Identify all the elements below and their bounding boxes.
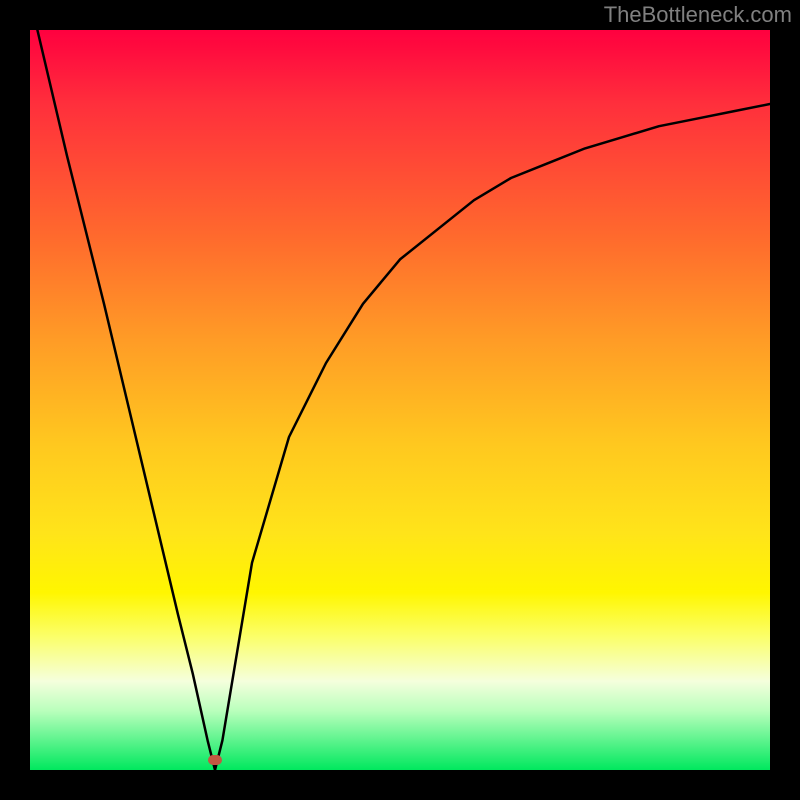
plot-area <box>30 30 770 770</box>
chart-frame: TheBottleneck.com <box>0 0 800 800</box>
bottleneck-curve-path <box>37 30 770 770</box>
watermark-text: TheBottleneck.com <box>604 2 792 28</box>
min-marker <box>208 755 222 765</box>
curve-svg <box>30 30 770 770</box>
